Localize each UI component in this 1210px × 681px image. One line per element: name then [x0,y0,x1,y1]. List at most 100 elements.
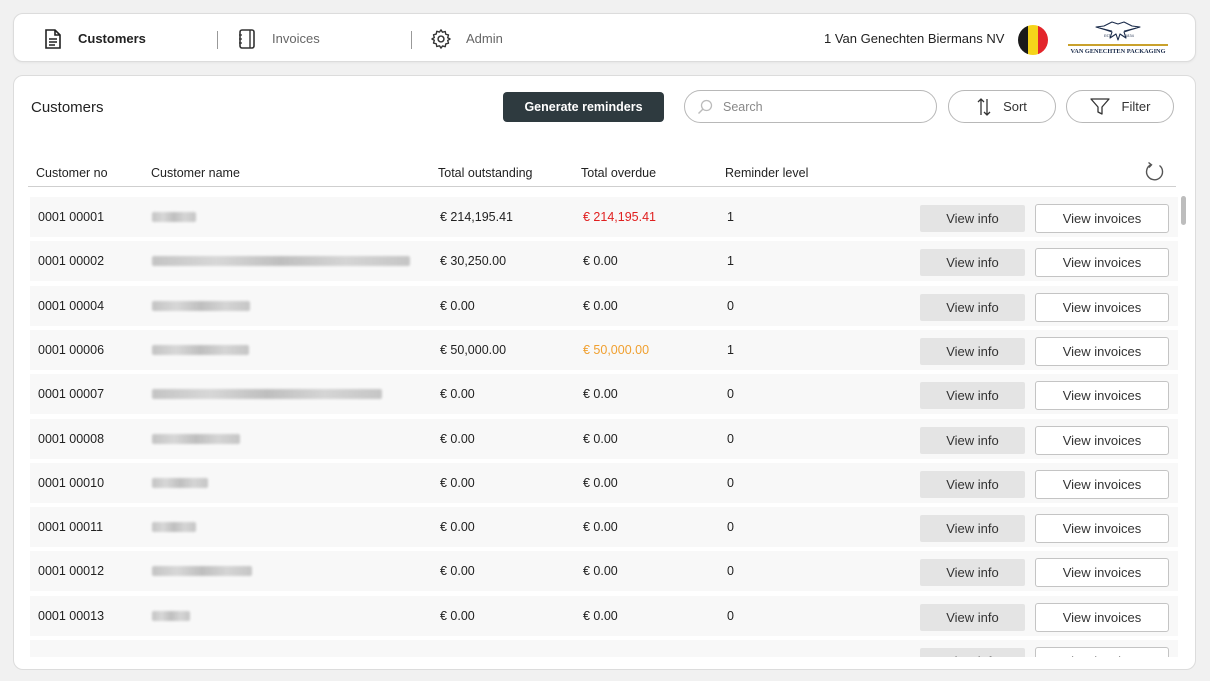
sort-arrows-icon [977,97,991,117]
search-input[interactable] [723,99,923,114]
view-info-button[interactable]: View info [920,293,1025,321]
table-row[interactable]: 0001 00011 € 0.00 € 0.00 0 View info View inv… [30,507,1178,548]
table-row[interactable]: 0001 00006 € 50,000.00 € 50,000.00 1 View in… [30,329,1178,370]
view-info-button[interactable]: View info [920,648,1025,657]
reminder-level-cell: 0 [727,387,734,402]
reminder-level-cell: 0 [727,520,734,535]
column-header-reminder-level[interactable]: Reminder level [725,166,808,180]
view-invoices-button[interactable]: View invoices [1035,204,1169,233]
view-info-button[interactable]: View info [920,603,1025,631]
customer-name-cell [152,463,208,503]
generate-reminders-button[interactable]: Generate reminders [503,92,664,122]
gear-icon [430,28,452,50]
redacted-name [152,433,240,444]
redacted-name [152,389,382,400]
table-row[interactable]: 0001 00007 € 0.00 € 0.00 0 View info View inv… [30,374,1178,415]
view-invoices-button[interactable]: View invoices [1035,469,1169,499]
belgium-flag-icon[interactable] [1018,25,1048,55]
customer-name-cell [152,596,190,636]
logo-text: VAN GENECHTEN PACKAGING [1070,48,1166,55]
view-info-button[interactable]: View info [920,470,1025,498]
total-outstanding-cell: € 50,000.00 [440,342,507,357]
customer-no-cell: 0001 00002 [38,254,105,269]
nav-item-label: Invoices [272,31,320,46]
view-info-button[interactable]: View info [920,249,1025,277]
redacted-name [152,477,208,488]
redacted-name [152,300,250,311]
total-outstanding-cell: € 0.00 [440,564,475,579]
nav-item-admin[interactable]: Admin [430,14,503,63]
nav-item-invoices[interactable]: Invoices [236,14,320,63]
view-invoices-button[interactable]: View invoices [1035,514,1169,544]
view-invoices-button[interactable]: View invoices [1035,336,1169,366]
table-row[interactable]: 0001 00002 € 30,250.00 € 0.00 1 View info Vie… [30,241,1178,282]
view-invoices-button[interactable]: View invoices [1035,381,1169,411]
view-info-button[interactable]: View info [920,559,1025,587]
total-outstanding-cell: € 0.00 [440,475,475,490]
sort-button[interactable]: Sort [948,90,1056,123]
view-invoices-button[interactable]: View invoices [1035,602,1169,632]
nav-divider [411,31,412,49]
reminder-level-cell: 0 [727,431,734,446]
table-row[interactable]: 0001 00013 € 0.00 € 0.00 0 View info View inv… [30,595,1178,636]
customers-panel: Customers Generate reminders Sort Filter… [13,75,1196,670]
view-info-button[interactable]: View info [920,515,1025,543]
view-invoices-button[interactable]: View invoices [1035,425,1169,455]
table-row[interactable]: View info View invoices [30,640,1178,657]
total-outstanding-cell: € 0.00 [440,298,475,313]
company-name[interactable]: 1 Van Genechten Biermans NV [824,14,1004,63]
sort-label: Sort [1003,99,1027,114]
customer-name-cell [152,507,196,547]
flag-stripe [1018,25,1028,55]
total-overdue-cell: € 0.00 [583,387,618,402]
reminder-level-cell: 1 [727,254,734,269]
total-overdue-cell: € 50,000.00 [583,342,650,357]
redacted-name [152,566,252,577]
nav-item-label: Customers [78,31,146,46]
total-overdue-cell: € 0.00 [583,608,618,623]
total-overdue-cell: € 0.00 [583,564,618,579]
nav-item-customers[interactable]: Customers [42,14,146,63]
total-outstanding-cell: € 0.00 [440,608,475,623]
total-overdue-cell: € 214,195.41 [583,210,656,224]
view-invoices-button[interactable]: View invoices [1035,292,1169,322]
table-row[interactable]: 0001 00001 € 214,195.41 € 214,195.41 1 View … [30,197,1178,237]
view-info-button[interactable]: View info [920,382,1025,410]
column-header-customer-no[interactable]: Customer no [36,166,108,180]
redacted-name [152,522,196,533]
customer-no-cell: 0001 00011 [38,520,104,535]
customer-no-cell: 0001 00001 [38,210,105,224]
customer-name-cell [152,197,196,237]
view-info-button[interactable]: View info [920,337,1025,365]
flag-stripe [1038,25,1048,55]
view-info-button[interactable]: View info [920,426,1025,454]
reminder-level-cell: 0 [727,475,734,490]
view-info-button[interactable]: View info [920,205,1025,232]
total-overdue-cell: € 0.00 [583,431,618,446]
reminder-level-cell: 0 [727,564,734,579]
table-row[interactable]: 0001 00008 € 0.00 € 0.00 0 View info View inv… [30,418,1178,459]
search-icon [697,99,713,115]
customer-name-cell [152,330,249,370]
column-header-total-overdue[interactable]: Total overdue [581,166,656,180]
search-box[interactable] [684,90,937,123]
refresh-icon[interactable] [1144,161,1166,183]
table-row[interactable]: 0001 00010 € 0.00 € 0.00 0 View info View inv… [30,462,1178,503]
view-invoices-button[interactable]: View invoices [1035,558,1169,588]
column-header-customer-name[interactable]: Customer name [151,166,240,180]
customer-name-cell [152,419,240,459]
column-header-total-outstanding[interactable]: Total outstanding [438,166,533,180]
redacted-name [152,212,196,222]
total-overdue-cell: € 0.00 [583,254,618,269]
scrollbar-thumb[interactable] [1181,196,1186,225]
total-overdue-cell: € 0.00 [583,298,618,313]
view-invoices-button[interactable]: View invoices [1035,248,1169,278]
table-row[interactable]: 0001 00004 € 0.00 € 0.00 0 View info View inv… [30,285,1178,326]
view-invoices-button[interactable]: View invoices [1035,647,1169,657]
filter-button[interactable]: Filter [1066,90,1174,123]
table-row[interactable]: 0001 00012 € 0.00 € 0.00 0 View info View inv… [30,551,1178,592]
customer-no-cell: 0001 00008 [38,431,105,446]
total-outstanding-cell: € 0.00 [440,387,475,402]
reminder-level-cell: 1 [727,342,734,357]
customer-no-cell: 0001 00012 [38,564,105,579]
